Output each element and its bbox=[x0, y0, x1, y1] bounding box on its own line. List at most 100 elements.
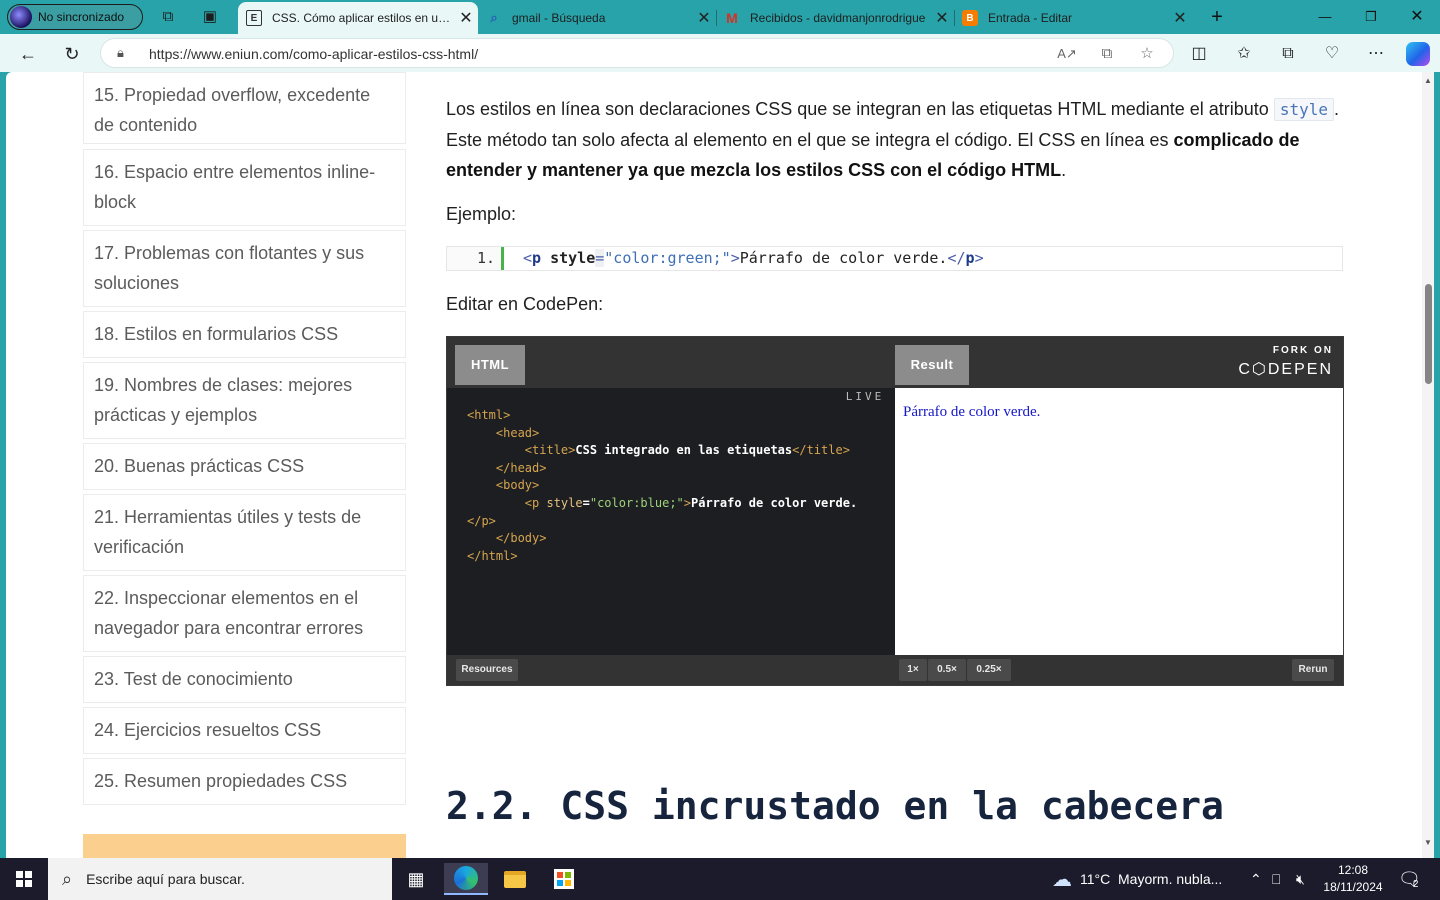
toc-item[interactable]: 18. Estilos en formularios CSS bbox=[83, 311, 406, 358]
tab-gmail-search[interactable]: ⌕ gmail - Búsqueda ✕ bbox=[478, 2, 717, 34]
toc-item-label[interactable]: 19. Nombres de clases: mejores prácticas… bbox=[94, 363, 395, 437]
resources-button[interactable]: Resources bbox=[456, 659, 518, 681]
new-tab-icon[interactable]: + bbox=[1206, 6, 1228, 28]
toc-item-label[interactable]: 18. Estilos en formularios CSS bbox=[94, 312, 395, 356]
code-string: "color:blue;" bbox=[589, 495, 684, 510]
paragraph-text: Los estilos en línea son declaraciones C… bbox=[446, 99, 1274, 119]
back-icon[interactable]: ← bbox=[17, 43, 39, 65]
tab-title: Entrada - Editar bbox=[988, 11, 1073, 25]
tab-result[interactable]: Result bbox=[895, 345, 969, 385]
toc-item[interactable]: 21. Herramientas útiles y tests de verif… bbox=[83, 494, 406, 571]
code-tag: </body> bbox=[495, 531, 547, 546]
volume-muted-icon[interactable]: 🔇︎ bbox=[1296, 858, 1305, 900]
paragraph-text: . bbox=[1061, 160, 1067, 180]
avatar bbox=[10, 6, 32, 28]
search-icon: ⌕ bbox=[62, 868, 73, 889]
toc-item[interactable]: 25. Resumen propiedades CSS bbox=[83, 758, 406, 805]
scroll-thumb[interactable] bbox=[1425, 284, 1432, 384]
profile-label: No sincronizado bbox=[38, 10, 125, 24]
code-punct: < bbox=[523, 249, 533, 267]
result-paragraph: Párrafo de color verde. bbox=[903, 404, 1041, 420]
network-icon[interactable]: ⎕ bbox=[1272, 858, 1280, 900]
toc-item-label[interactable]: 25. Resumen propiedades CSS bbox=[94, 759, 395, 803]
toc-item[interactable]: 15. Propiedad overflow, excedente de con… bbox=[83, 72, 406, 144]
toc-item-label[interactable]: 24. Ejercicios resueltos CSS bbox=[94, 708, 395, 752]
workspaces-icon[interactable]: ⧉ bbox=[158, 7, 178, 27]
more-menu-icon[interactable]: ⋯ bbox=[1365, 43, 1387, 65]
tab-gmail-inbox[interactable]: M Recibidos - davidmanjonrodrigue ✕ bbox=[716, 2, 955, 34]
favorite-star-icon[interactable]: ☆ bbox=[1137, 44, 1157, 64]
toc-item-label[interactable]: 22. Inspeccionar elementos en el navegad… bbox=[94, 576, 395, 650]
vertical-scrollbar[interactable]: ▲ ▼ bbox=[1422, 72, 1434, 858]
blogger-favicon-icon: B bbox=[962, 10, 978, 26]
toc-item[interactable]: 16. Espacio entre elementos inline-block bbox=[83, 149, 406, 226]
start-button[interactable] bbox=[0, 858, 48, 900]
show-hidden-icons[interactable]: ⌃ bbox=[1250, 858, 1262, 900]
minimize-icon[interactable]: — bbox=[1302, 0, 1348, 34]
cloud-icon: ☁ bbox=[1052, 868, 1072, 891]
toc-item[interactable]: 19. Nombres de clases: mejores prácticas… bbox=[83, 362, 406, 439]
tab-blogger[interactable]: B Entrada - Editar ✕ bbox=[954, 2, 1192, 34]
app-install-icon[interactable]: ⧉ bbox=[1097, 44, 1117, 64]
notifications-button[interactable]: 🗨︎ 2 bbox=[1398, 858, 1421, 900]
toc-item-label[interactable]: 21. Herramientas útiles y tests de verif… bbox=[94, 495, 395, 569]
taskbar-search[interactable]: ⌕ Escribe aquí para buscar. bbox=[48, 858, 392, 900]
toc-item-label[interactable]: 20. Buenas prácticas CSS bbox=[94, 444, 395, 488]
lock-icon[interactable]: 🔒︎ bbox=[117, 45, 124, 61]
copilot-icon[interactable] bbox=[1406, 42, 1430, 66]
file-explorer-taskbar-icon[interactable] bbox=[493, 863, 537, 895]
store-taskbar-icon[interactable] bbox=[542, 863, 586, 895]
weather-text: 11°C Mayorm. nubla... bbox=[1080, 871, 1223, 887]
address-toolbar: ← ↻ 🔒︎ https://www.eniun.com/como-aplica… bbox=[0, 34, 1440, 72]
refresh-icon[interactable]: ↻ bbox=[61, 43, 83, 65]
zoom-1x-button[interactable]: 1× bbox=[899, 659, 927, 681]
toc-item[interactable]: 24. Ejercicios resueltos CSS bbox=[83, 707, 406, 754]
toc-item[interactable]: 20. Buenas prácticas CSS bbox=[83, 443, 406, 490]
profile-button[interactable]: No sincronizado bbox=[7, 4, 143, 30]
close-tab-icon[interactable]: ✕ bbox=[1168, 8, 1192, 28]
promo-banner[interactable] bbox=[83, 834, 406, 858]
task-view-icon[interactable]: ▦ bbox=[394, 863, 438, 895]
tab-actions-icon[interactable]: ▣ bbox=[200, 7, 220, 27]
address-bar[interactable]: 🔒︎ https://www.eniun.com/como-aplicar-es… bbox=[100, 38, 1174, 68]
scroll-up-icon[interactable]: ▲ bbox=[1422, 76, 1434, 85]
read-aloud-icon[interactable]: A↗ bbox=[1057, 44, 1077, 64]
intro-paragraph: Los estilos en línea son declaraciones C… bbox=[446, 94, 1346, 185]
codepen-html-editor[interactable]: <html> <head> <title>CSS integrado en la… bbox=[467, 407, 857, 565]
clock[interactable]: 12:08 18/11/2024 bbox=[1320, 862, 1386, 896]
close-tab-icon[interactable]: ✕ bbox=[692, 8, 716, 28]
collections-icon[interactable]: ⧉ bbox=[1277, 43, 1299, 65]
tab-html[interactable]: HTML bbox=[455, 345, 525, 385]
windows-taskbar: ⌕ Escribe aquí para buscar. ▦ ☁ 11°C May… bbox=[0, 858, 1440, 900]
edge-taskbar-icon[interactable] bbox=[444, 863, 488, 895]
restore-icon[interactable]: ❐ bbox=[1348, 0, 1394, 34]
favorites-icon[interactable]: ✩ bbox=[1233, 43, 1255, 65]
scroll-down-icon[interactable]: ▼ bbox=[1422, 838, 1434, 847]
live-badge: LIVE bbox=[841, 388, 889, 406]
toc-item-label[interactable]: 23. Test de conocimiento bbox=[94, 657, 395, 701]
rerun-button[interactable]: Rerun bbox=[1292, 659, 1334, 681]
toc-item-label[interactable]: 16. Espacio entre elementos inline-block bbox=[94, 150, 395, 224]
close-window-icon[interactable]: ✕ bbox=[1394, 0, 1440, 34]
close-tab-icon[interactable]: ✕ bbox=[454, 8, 478, 28]
url-text[interactable]: https://www.eniun.com/como-aplicar-estil… bbox=[149, 46, 478, 62]
code-line[interactable]: <p style="color:green;">Párrafo de color… bbox=[523, 247, 984, 270]
zoom-025x-button[interactable]: 0.25× bbox=[967, 659, 1011, 681]
code-attr: style bbox=[546, 495, 583, 510]
split-screen-icon[interactable]: ◫ bbox=[1188, 43, 1210, 65]
fork-on-codepen-link[interactable]: FORK ON C⬡DEPEN bbox=[1238, 345, 1333, 379]
zoom-05x-button[interactable]: 0.5× bbox=[928, 659, 966, 681]
toc-item-label[interactable]: 17. Problemas con flotantes y sus soluci… bbox=[94, 231, 395, 305]
weather-widget[interactable]: ☁ 11°C Mayorm. nubla... bbox=[1052, 858, 1222, 900]
code-tag: <title> bbox=[524, 443, 576, 458]
toc-item[interactable]: 22. Inspeccionar elementos en el navegad… bbox=[83, 575, 406, 652]
code-tag: </p> bbox=[467, 513, 496, 528]
close-tab-icon[interactable]: ✕ bbox=[930, 8, 954, 28]
tab-eniun[interactable]: E CSS. Cómo aplicar estilos en un d ✕ bbox=[238, 2, 478, 34]
browser-essentials-icon[interactable]: ♡ bbox=[1321, 43, 1343, 65]
toc-item[interactable]: 23. Test de conocimiento bbox=[83, 656, 406, 703]
section-heading: 2.2. CSS incrustado en la cabecera bbox=[446, 784, 1224, 828]
code-example[interactable]: 1. <p style="color:green;">Párrafo de co… bbox=[446, 246, 1343, 271]
toc-item[interactable]: 17. Problemas con flotantes y sus soluci… bbox=[83, 230, 406, 307]
toc-item-label[interactable]: 15. Propiedad overflow, excedente de con… bbox=[94, 73, 395, 147]
